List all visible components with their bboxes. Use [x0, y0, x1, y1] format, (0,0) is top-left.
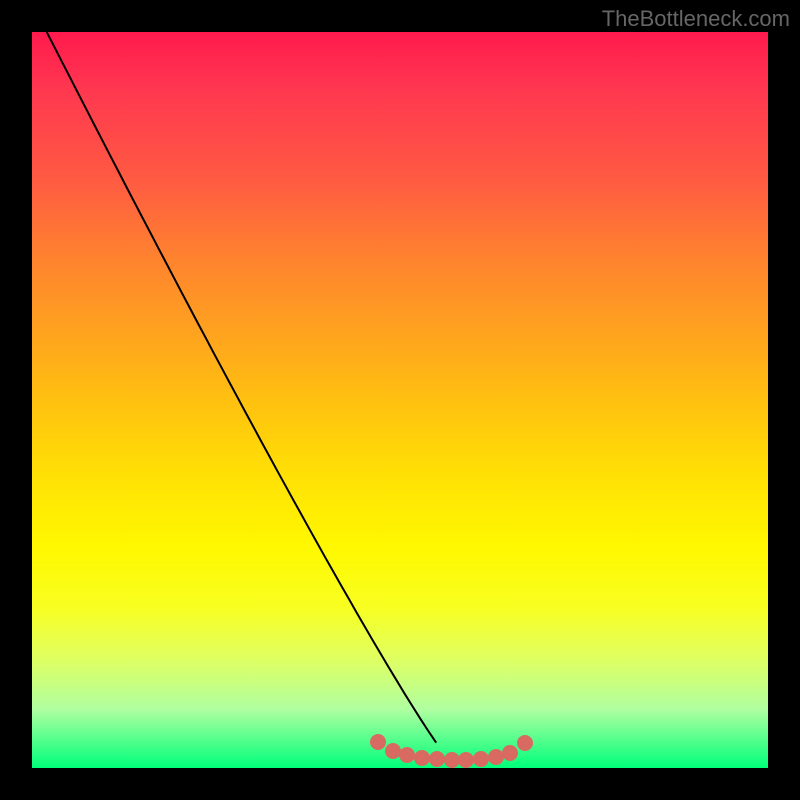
- optimal-marker: [502, 745, 518, 761]
- optimal-marker: [473, 751, 489, 767]
- optimal-marker: [370, 734, 386, 750]
- optimal-marker: [429, 751, 445, 767]
- optimal-marker: [385, 743, 401, 759]
- optimal-marker: [488, 749, 504, 765]
- optimal-marker: [399, 747, 415, 763]
- watermark-text: TheBottleneck.com: [602, 6, 790, 32]
- optimal-marker: [444, 752, 460, 768]
- optimal-marker: [458, 752, 474, 768]
- optimal-marker: [414, 750, 430, 766]
- plot-area: [32, 32, 768, 768]
- optimal-marker: [517, 735, 533, 751]
- optimal-markers: [32, 32, 768, 768]
